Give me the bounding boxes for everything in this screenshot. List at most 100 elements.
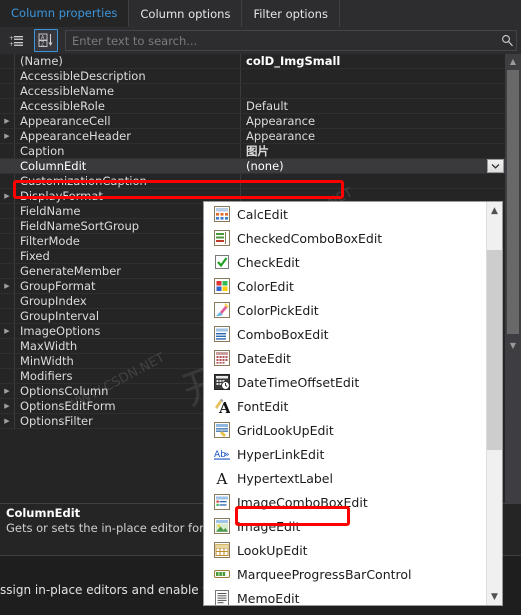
- dropdown-item[interactable]: MarqueeProgressBarControl: [204, 562, 487, 586]
- property-value[interactable]: colD_ImgSmall: [241, 54, 505, 68]
- dropdown-item-label: CheckEdit: [237, 254, 300, 270]
- search-input[interactable]: [66, 33, 498, 48]
- dropdown-item[interactable]: CalcEdit: [204, 202, 487, 226]
- property-value[interactable]: Appearance: [241, 129, 505, 143]
- sort-alphabetical-button[interactable]: A Z: [34, 29, 58, 52]
- image-combobox-edit-icon: [214, 494, 230, 510]
- scroll-down-arrow-icon[interactable]: ▼: [487, 588, 502, 605]
- expander-placeholder: [0, 264, 14, 278]
- property-value[interactable]: (none): [241, 159, 505, 173]
- date-edit-icon: [214, 350, 230, 366]
- expander-placeholder: [0, 294, 14, 308]
- property-row[interactable]: ▶ AppearanceCell Appearance: [0, 114, 505, 129]
- svg-text:+: +: [9, 41, 14, 48]
- checked-combobox-edit-icon: [214, 230, 230, 246]
- property-row[interactable]: Caption 图片: [0, 144, 505, 159]
- columnedit-dropdown-popup[interactable]: CalcEdit CheckedComboBoxEdit CheckEdit Colo…: [203, 201, 503, 606]
- dropdown-item[interactable]: CheckedComboBoxEdit: [204, 226, 487, 250]
- expand-arrow-icon[interactable]: ▶: [0, 114, 14, 128]
- property-name: AccessibleName: [14, 84, 241, 98]
- dropdown-item-label: HypertextLabel: [237, 470, 333, 486]
- dropdown-item[interactable]: DateTimeOffsetEdit: [204, 370, 487, 394]
- expand-arrow-icon[interactable]: ▶: [0, 384, 14, 398]
- expand-arrow-icon[interactable]: ▶: [0, 189, 14, 203]
- property-value[interactable]: Appearance: [241, 114, 505, 128]
- dropdown-item[interactable]: A FontEdit: [204, 394, 487, 418]
- dropdown-item[interactable]: GridLookUpEdit: [204, 418, 487, 442]
- expander-placeholder: [0, 144, 14, 158]
- memo-edit-icon: [214, 590, 230, 605]
- property-dropdown-button[interactable]: [487, 159, 504, 173]
- chevron-down-icon: [491, 164, 500, 169]
- tab-column-properties[interactable]: Column properties: [0, 0, 130, 27]
- tab-filter-options[interactable]: Filter options: [242, 0, 340, 27]
- expander-placeholder: [0, 69, 14, 83]
- property-row[interactable]: AccessibleRole Default: [0, 99, 505, 114]
- property-value[interactable]: Default: [241, 99, 505, 113]
- property-name: ColumnEdit: [14, 159, 241, 173]
- categorize-icon: + +: [9, 35, 23, 48]
- expand-arrow-icon[interactable]: ▶: [0, 399, 14, 413]
- check-edit-icon: [214, 254, 230, 270]
- dropdown-item[interactable]: CheckEdit: [204, 250, 487, 274]
- dropdown-item[interactable]: ColorPickEdit: [204, 298, 487, 322]
- dropdown-item-label: HyperLinkEdit: [237, 446, 325, 462]
- property-editor-window: Column properties Column options Filter op…: [0, 0, 521, 615]
- property-value[interactable]: [241, 69, 505, 83]
- dropdown-item[interactable]: ImageEdit: [204, 514, 487, 538]
- expander-placeholder: [0, 84, 14, 98]
- property-value[interactable]: 图片: [241, 144, 505, 158]
- property-row[interactable]: AccessibleDescription: [0, 69, 505, 84]
- property-row[interactable]: CustomizationCaption: [0, 174, 505, 189]
- dropdown-item-label: LookUpEdit: [237, 542, 308, 558]
- dropdown-item-label: DateEdit: [237, 350, 292, 366]
- dropdown-item-label: CheckedComboBoxEdit: [237, 230, 383, 246]
- search-box[interactable]: [65, 30, 517, 51]
- dropdown-item-label: MemoEdit: [237, 590, 300, 606]
- grid-scrollbar-thumb[interactable]: [507, 70, 519, 334]
- dropdown-item[interactable]: ComboBoxEdit: [204, 322, 487, 346]
- dropdown-item[interactable]: A HypertextLabel: [204, 466, 487, 490]
- property-name: (Name): [14, 54, 241, 68]
- property-value[interactable]: [241, 84, 505, 98]
- dropdown-item-label: GridLookUpEdit: [237, 422, 334, 438]
- dropdown-item[interactable]: ColorEdit: [204, 274, 487, 298]
- property-row[interactable]: AccessibleName: [0, 84, 505, 99]
- expander-placeholder: [0, 159, 14, 173]
- scroll-down-arrow-icon[interactable]: ▼: [505, 338, 521, 353]
- property-value[interactable]: [241, 174, 505, 188]
- dropdown-item[interactable]: LookUpEdit: [204, 538, 487, 562]
- tab-column-options[interactable]: Column options: [129, 0, 243, 27]
- marquee-progressbar-icon: [214, 566, 230, 582]
- scroll-up-arrow-icon[interactable]: ▲: [487, 202, 502, 219]
- expand-arrow-icon[interactable]: ▶: [0, 414, 14, 428]
- sort-alphabetical-icon: A Z: [38, 33, 53, 48]
- expander-placeholder: [0, 339, 14, 353]
- expand-arrow-icon[interactable]: ▶: [0, 279, 14, 293]
- property-row[interactable]: (Name) colD_ImgSmall: [0, 54, 505, 69]
- scroll-up-arrow-icon[interactable]: ▲: [505, 54, 521, 69]
- search-toolbar: + + A Z: [0, 27, 521, 55]
- dropdown-scrollbar-thumb[interactable]: [487, 250, 502, 450]
- property-row[interactable]: ColumnEdit (none): [0, 159, 505, 174]
- expander-placeholder: [0, 234, 14, 248]
- dropdown-item[interactable]: MemoEdit: [204, 586, 487, 606]
- grid-vertical-scrollbar[interactable]: ▲ ▼: [505, 54, 521, 503]
- dropdown-scrollbar[interactable]: ▲ ▼: [486, 202, 502, 605]
- property-row[interactable]: ▶ AppearanceHeader Appearance: [0, 129, 505, 144]
- expand-arrow-icon[interactable]: ▶: [0, 129, 14, 143]
- dropdown-item[interactable]: ImageComboBoxEdit: [204, 490, 487, 514]
- color-edit-icon: [214, 278, 230, 294]
- dropdown-item[interactable]: Ab» HyperLinkEdit: [204, 442, 487, 466]
- dropdown-item[interactable]: DateEdit: [204, 346, 487, 370]
- expander-placeholder: [0, 219, 14, 233]
- property-name: AccessibleDescription: [14, 69, 241, 83]
- dropdown-item-label: CalcEdit: [237, 206, 288, 222]
- categorize-button[interactable]: + +: [5, 29, 29, 52]
- font-edit-icon: A: [214, 398, 231, 417]
- search-icon[interactable]: [498, 34, 516, 47]
- expand-arrow-icon[interactable]: ▶: [0, 324, 14, 338]
- lookup-edit-icon: [214, 542, 230, 558]
- property-name: AccessibleRole: [14, 99, 241, 113]
- tab-bar: Column properties Column options Filter op…: [0, 0, 521, 28]
